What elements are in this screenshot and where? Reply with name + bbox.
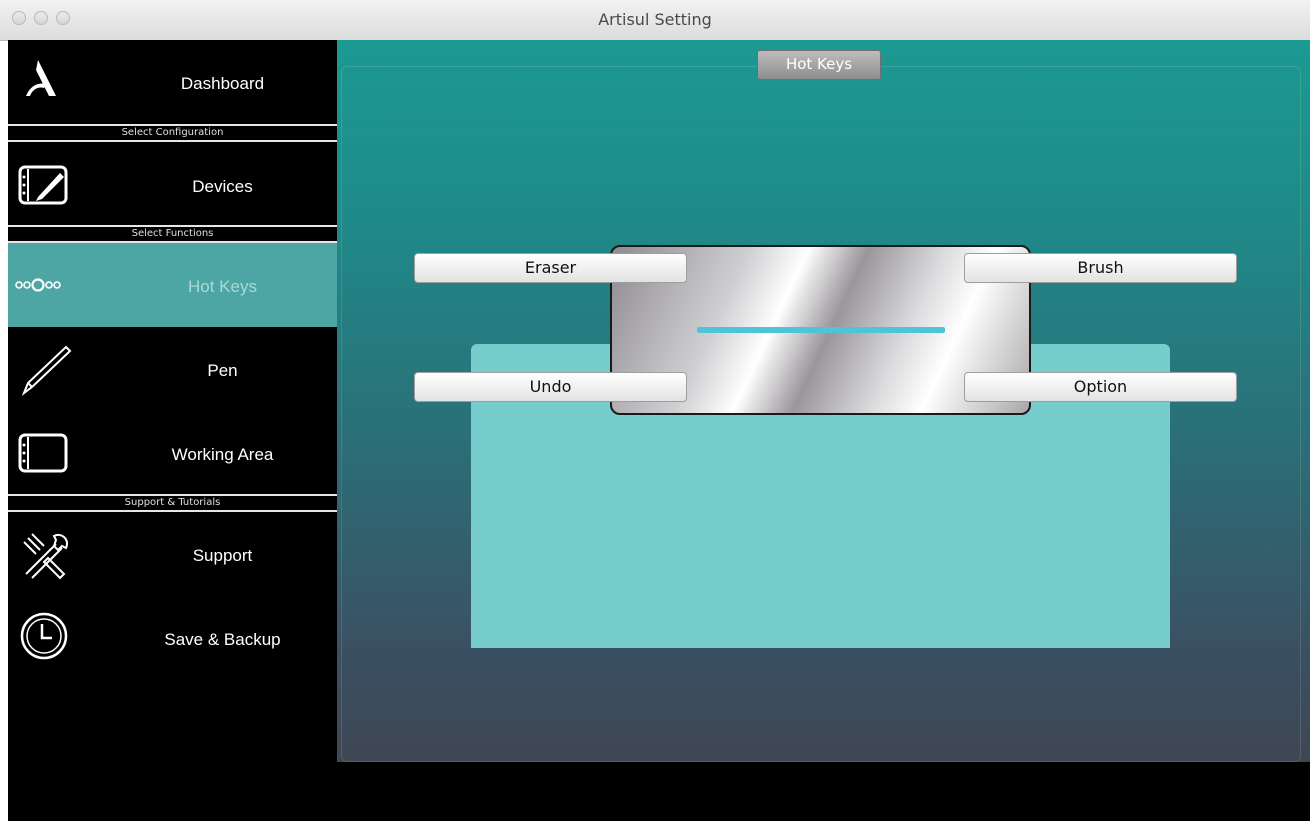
sidebar-item-support[interactable]: Support [8, 512, 337, 596]
sidebar-item-label: Working Area [171, 445, 274, 464]
sidebar-item-devices[interactable]: Devices [8, 143, 337, 227]
sidebar-item-label: Dashboard [180, 74, 265, 93]
artisul-logo-icon [26, 60, 56, 96]
bottom-bar [337, 762, 1310, 821]
main-panel: Hot Keys Eraser Brush Undo Option [337, 40, 1310, 762]
sidebar-item-dashboard[interactable]: Dashboard [8, 40, 337, 124]
clock-icon [20, 612, 68, 660]
sidebar-item-label: Support [192, 546, 253, 565]
pen-icon [21, 345, 72, 396]
section-header-configuration: Select Configuration [8, 124, 337, 142]
sidebar-item-label: Save & Backup [164, 630, 281, 649]
tablet-area-icon [18, 433, 68, 473]
section-header-support: Support & Tutorials [8, 494, 337, 512]
app-window: Artisul Setting Dashboard Select Configu… [0, 0, 1310, 821]
tools-icon [23, 533, 68, 580]
window-title: Artisul Setting [598, 10, 712, 29]
hotkey-option-button[interactable]: Option [964, 372, 1237, 402]
sidebar-item-label: Devices [192, 177, 253, 196]
title-bar: Artisul Setting [0, 0, 1310, 41]
tablet-pen-icon [18, 165, 68, 205]
hotkeys-dots-icon [15, 278, 61, 292]
hotkey-brush-button[interactable]: Brush [964, 253, 1237, 283]
sidebar-item-label: Hot Keys [188, 277, 257, 296]
sidebar-item-working-area[interactable]: Working Area [8, 411, 337, 495]
tab-hot-keys[interactable]: Hot Keys [757, 50, 881, 80]
tablet-indicator-bar [697, 327, 945, 333]
sidebar-item-hot-keys[interactable]: Hot Keys [8, 243, 337, 327]
sidebar: Dashboard Select Configuration Devices S… [8, 40, 337, 821]
section-header-functions: Select Functions [8, 225, 337, 243]
sidebar-item-label: Pen [207, 361, 238, 380]
sidebar-item-save-backup[interactable]: Save & Backup [8, 596, 337, 680]
hotkey-eraser-button[interactable]: Eraser [414, 253, 687, 283]
hotkey-undo-button[interactable]: Undo [414, 372, 687, 402]
sidebar-item-pen[interactable]: Pen [8, 327, 337, 411]
